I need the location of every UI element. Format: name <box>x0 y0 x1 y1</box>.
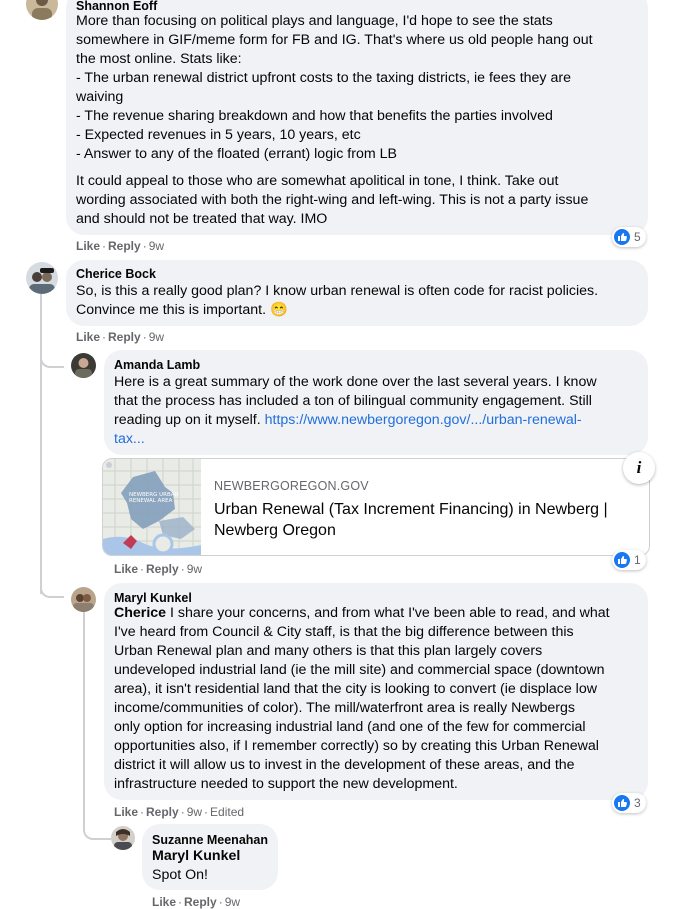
edited-label: Edited <box>210 805 245 819</box>
like-reaction-icon <box>614 552 630 568</box>
comment-line: income/communities of color). The mill/w… <box>114 700 575 716</box>
comment-line: that the process has included a ton of b… <box>114 393 592 409</box>
comment-line: - Expected revenues in 5 years, 10 years… <box>76 127 361 143</box>
comment-line: the most online. Stats like: <box>76 51 242 67</box>
mention-link[interactable]: Cherice <box>114 605 166 621</box>
reply-link[interactable]: Reply <box>108 239 141 253</box>
url-link[interactable]: https://www.newbergoregon.gov/.../urban-… <box>265 412 582 428</box>
comment-author[interactable]: Maryl Kunkel <box>114 591 192 605</box>
comment-line: Convince me this is important. 😁 <box>76 302 288 318</box>
timestamp[interactable]: 9w <box>149 239 164 253</box>
comment-line: wording associated with both the right-w… <box>76 192 589 208</box>
comment-line: only option for increasing industrial la… <box>114 719 586 735</box>
comment-text: Cherice I share your concerns, and from … <box>114 604 610 794</box>
comment-line: somewhere in GIF/meme form for FB and IG… <box>76 32 593 48</box>
thread-line-curve <box>40 560 64 598</box>
reaction-number: 5 <box>634 230 641 244</box>
reply-link[interactable]: Reply <box>146 562 179 576</box>
comment-line: undeveloped industrial land (ie the mill… <box>114 662 605 678</box>
comment-line: opportunities also, if I remember correc… <box>114 738 599 754</box>
comment-text: Here is a great summary of the work done… <box>114 373 597 449</box>
thread-line-curve <box>40 330 64 368</box>
link-preview-card[interactable]: NEWBERG URBAN RENEWAL AREA NEWBERGOREGON… <box>102 458 650 556</box>
avatar[interactable] <box>111 826 135 850</box>
info-icon-glyph: i <box>636 458 642 477</box>
comment-author[interactable]: Cherice Bock <box>76 267 156 281</box>
link-preview-title-line: Urban Renewal (Tax Increment Financing) … <box>214 501 608 518</box>
timestamp[interactable]: 9w <box>187 562 202 576</box>
map-label: RENEWAL AREA <box>129 498 173 504</box>
avatar[interactable] <box>71 353 96 378</box>
reply-link[interactable]: Reply <box>146 805 179 819</box>
comment-line: Urban Renewal plan and many others is th… <box>114 643 543 659</box>
comment-actions: Like · Reply · 9w <box>76 330 165 344</box>
link-preview-domain: NEWBERGOREGON.GOV <box>214 479 369 493</box>
reaction-count[interactable]: 3 <box>612 793 646 813</box>
like-link[interactable]: Like <box>76 330 100 344</box>
comment-line-text: reading up on it myself. <box>114 412 265 428</box>
reaction-count[interactable]: 5 <box>612 227 646 247</box>
comment-line: infrastructure needed to support the new… <box>114 776 458 792</box>
timestamp[interactable]: 9w <box>225 895 240 909</box>
like-reaction-icon <box>614 795 630 811</box>
comment-line: reading up on it myself. https://www.new… <box>114 411 597 430</box>
comment-line: - Answer to any of the floated (errant) … <box>76 146 397 162</box>
timestamp[interactable]: 9w <box>187 805 202 819</box>
comment-line: - The urban renewal district upfront cos… <box>76 70 571 86</box>
comment-line: I've heard from Council & City staff, is… <box>114 624 574 640</box>
comment-line: Here is a great summary of the work done… <box>114 374 597 390</box>
like-reaction-icon <box>614 229 630 245</box>
comment-line: More than focusing on political plays an… <box>76 13 553 29</box>
comment-actions: Like · Reply · 9w <box>152 895 241 909</box>
comment-line: So, is this a really good plan? I know u… <box>76 283 599 299</box>
link-preview-title: Urban Renewal (Tax Increment Financing) … <box>214 499 608 541</box>
reaction-number: 1 <box>634 553 641 567</box>
comment-actions: Like · Reply · 9w <box>76 239 165 253</box>
reply-link[interactable]: Reply <box>184 895 217 909</box>
comment-line: area), it isn't residential land that th… <box>114 681 597 697</box>
comment-actions: Like · Reply · 9w · Edited <box>114 805 245 819</box>
comment-author[interactable]: Amanda Lamb <box>114 358 200 372</box>
timestamp[interactable]: 9w <box>149 330 164 344</box>
url-link[interactable]: tax... <box>114 430 597 449</box>
comment-line: district it will allow us to invest in t… <box>114 757 575 773</box>
reaction-number: 3 <box>634 796 641 810</box>
info-icon[interactable]: i <box>623 452 655 484</box>
comment-line: Cherice I share your concerns, and from … <box>114 604 610 623</box>
comment-actions: Like · Reply · 9w <box>114 562 203 576</box>
comment-line: - The revenue sharing breakdown and how … <box>76 108 553 124</box>
comment-line: Spot On! <box>152 867 208 883</box>
comment-line: waiving <box>76 89 124 105</box>
like-link[interactable]: Like <box>114 562 138 576</box>
mention-link[interactable]: Maryl Kunkel <box>152 847 240 866</box>
comment-text: More than focusing on political plays an… <box>76 12 593 229</box>
comment-line-text: I share your concerns, and from what I'v… <box>166 605 610 621</box>
link-preview-title-line: Newberg Oregon <box>214 522 336 539</box>
comment-line: and should not be treated that way. IMO <box>76 211 328 227</box>
comment-author[interactable]: Suzanne Meenahan <box>152 833 268 847</box>
reply-link[interactable]: Reply <box>108 330 141 344</box>
reaction-count[interactable]: 1 <box>612 550 646 570</box>
comment-text: Maryl Kunkel Spot On! <box>152 847 240 885</box>
thread-line-curve <box>83 800 111 840</box>
avatar[interactable] <box>71 587 96 612</box>
thread-line <box>83 612 85 812</box>
link-preview-map: NEWBERG URBAN RENEWAL AREA <box>103 459 201 555</box>
avatar[interactable] <box>26 262 58 294</box>
like-link[interactable]: Like <box>114 805 138 819</box>
avatar[interactable] <box>26 0 58 20</box>
like-link[interactable]: Like <box>76 239 100 253</box>
like-link[interactable]: Like <box>152 895 176 909</box>
comment-text: So, is this a really good plan? I know u… <box>76 282 598 320</box>
comment-line: It could appeal to those who are somewha… <box>76 173 559 189</box>
